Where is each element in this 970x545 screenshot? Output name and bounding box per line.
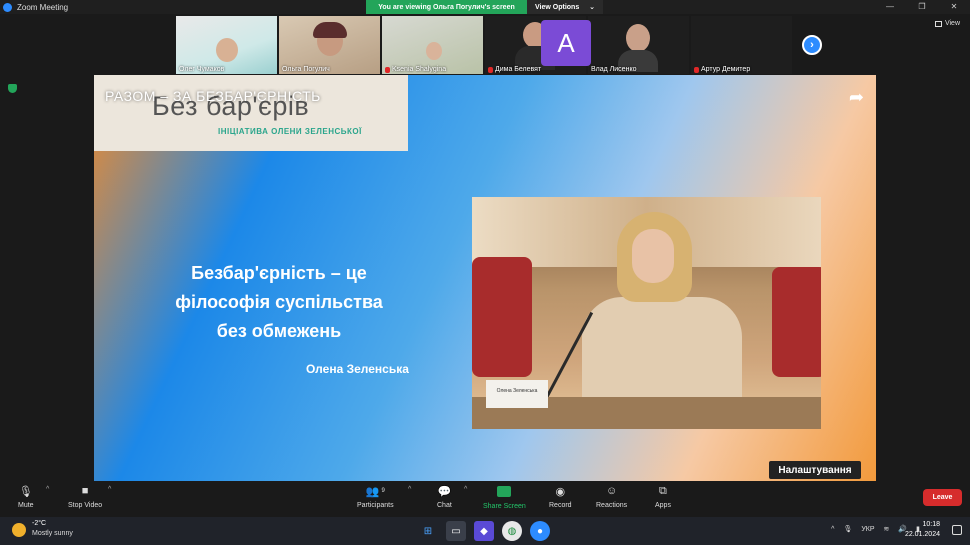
record-label: Record bbox=[549, 502, 572, 509]
view-options-label: View Options bbox=[535, 3, 580, 11]
mic-muted-icon bbox=[488, 66, 493, 73]
participant-name: Дима Белевят bbox=[495, 66, 542, 73]
participant-video bbox=[313, 22, 347, 38]
zoom-app-icon[interactable]: ● bbox=[530, 521, 550, 541]
participant-video bbox=[216, 38, 238, 62]
language-indicator[interactable]: УКР bbox=[861, 526, 874, 533]
reactions-icon: ☺ bbox=[605, 485, 618, 497]
microphone-icon: 🎙 bbox=[18, 485, 33, 498]
participants-icon: 👥 9 bbox=[365, 485, 385, 498]
shared-screen: Без бар'єрів ІНІЦІАТИВА ОЛЕНИ ЗЕЛЕНСЬКОЇ… bbox=[94, 75, 876, 481]
chevron-down-icon: ⌄ bbox=[589, 4, 595, 11]
settings-tag: Налаштування bbox=[769, 461, 861, 479]
chevron-up-icon[interactable]: ^ bbox=[464, 486, 467, 493]
weather-sun-icon[interactable] bbox=[12, 523, 26, 537]
quote-line: Безбар'єрність – це bbox=[191, 263, 367, 283]
participant-tile[interactable]: Артур Демитер bbox=[691, 16, 792, 74]
share-screen-button[interactable]: Share Screen bbox=[483, 484, 526, 510]
participant-name: Ksenia Shalygina bbox=[392, 66, 447, 73]
quote-author: Олена Зеленська bbox=[306, 362, 409, 376]
participant-tile[interactable]: Влад Лисенко bbox=[588, 16, 689, 74]
participant-tile[interactable]: Ksenia Shalygina bbox=[382, 16, 483, 74]
slide-logo-subtitle: ІНІЦІАТИВА ОЛЕНИ ЗЕЛЕНСЬКОЇ bbox=[218, 127, 362, 136]
participant-video bbox=[426, 42, 442, 60]
weather-condition: Mostly sunny bbox=[32, 530, 73, 537]
windows-taskbar: -2°C Mostly sunny ⊞ ▭ ◆ ◍ ● ^ 🎙 УКР ≋ 🔊 … bbox=[0, 517, 970, 545]
record-icon: ◉ bbox=[555, 485, 566, 498]
zoom-logo-icon bbox=[3, 2, 12, 12]
apps-label: Apps bbox=[655, 502, 671, 509]
share-screen-label: Share Screen bbox=[483, 503, 526, 510]
clock-time: 10:18 bbox=[922, 521, 940, 528]
participant-tile[interactable]: Ольга Погулич bbox=[279, 16, 380, 74]
grid-icon bbox=[934, 20, 942, 27]
share-screen-icon bbox=[497, 486, 512, 497]
chevron-up-icon[interactable]: ^ bbox=[46, 486, 49, 493]
next-participants-button[interactable]: › bbox=[802, 35, 822, 55]
close-button[interactable]: ✕ bbox=[938, 0, 970, 14]
quote-line: філософія суспільства bbox=[175, 292, 383, 312]
chat-icon: 💬 bbox=[437, 485, 452, 498]
stop-video-button[interactable]: ■ Stop Video bbox=[68, 484, 102, 509]
view-options-button[interactable]: View Options ⌄ bbox=[527, 0, 603, 14]
chat-label: Chat bbox=[437, 502, 452, 509]
system-clock[interactable]: 10:18 22.01.2024 bbox=[905, 520, 940, 540]
microphone-icon[interactable]: 🎙 bbox=[843, 525, 852, 533]
security-shield-icon[interactable] bbox=[8, 84, 17, 93]
video-camera-icon: ■ bbox=[81, 485, 89, 497]
participants-count: 9 bbox=[381, 488, 385, 494]
chevron-right-icon: › bbox=[810, 39, 814, 51]
avatar: A bbox=[541, 20, 591, 66]
leave-button[interactable]: Leave bbox=[923, 489, 962, 506]
maximize-button[interactable]: ❐ bbox=[906, 0, 938, 14]
chevron-up-icon[interactable]: ^ bbox=[108, 486, 111, 493]
apps-icon: ⧉ bbox=[659, 484, 667, 497]
mic-muted-icon bbox=[385, 66, 390, 73]
windows-start-icon[interactable]: ⊞ bbox=[418, 521, 438, 541]
reactions-label: Reactions bbox=[596, 502, 628, 509]
meeting-toolbar: 🎙 Mute ^ ■ Stop Video ^ 👥 9 Participants … bbox=[0, 481, 970, 517]
stop-video-label: Stop Video bbox=[68, 502, 103, 509]
participant-name: Артур Демитер bbox=[701, 66, 751, 73]
participant-tile[interactable]: Олег Чумаков bbox=[176, 16, 277, 74]
viewing-screen-banner: You are viewing Ольга Погулич's screen bbox=[366, 0, 527, 14]
wifi-icon[interactable]: ≋ bbox=[884, 525, 890, 533]
quote-line: без обмежень bbox=[216, 321, 342, 341]
chevron-up-icon[interactable]: ^ bbox=[831, 526, 834, 533]
slide-quote: Безбар'єрність – це філософія суспільств… bbox=[134, 259, 424, 346]
minimize-button[interactable]: — bbox=[874, 0, 906, 14]
view-button[interactable]: View bbox=[934, 20, 960, 27]
window-controls: — ❐ ✕ bbox=[874, 0, 970, 14]
chat-button[interactable]: 💬 Chat bbox=[437, 484, 452, 510]
chrome-icon[interactable]: ◍ bbox=[502, 521, 522, 541]
share-arrow-icon[interactable]: ➦ bbox=[849, 87, 864, 108]
clock-date: 22.01.2024 bbox=[904, 531, 940, 538]
mic-muted-icon bbox=[694, 66, 699, 73]
participant-name: Олег Чумаков bbox=[179, 66, 225, 73]
participant-strip: Олег Чумаков Ольга Погулич Ksenia Shalyg… bbox=[176, 16, 792, 74]
mute-button[interactable]: 🎙 Mute bbox=[18, 484, 34, 510]
reactions-button[interactable]: ☺ Reactions bbox=[596, 484, 627, 509]
record-button[interactable]: ◉ Record bbox=[549, 484, 572, 510]
file-explorer-icon[interactable]: ▭ bbox=[446, 521, 466, 541]
mute-label: Mute bbox=[18, 502, 34, 509]
teams-icon[interactable]: ◆ bbox=[474, 521, 494, 541]
view-label: View bbox=[944, 20, 960, 27]
chevron-up-icon[interactable]: ^ bbox=[408, 486, 411, 493]
notification-icon[interactable] bbox=[952, 525, 962, 535]
slide-logo-panel: Без бар'єрів ІНІЦІАТИВА ОЛЕНИ ЗЕЛЕНСЬКОЇ bbox=[94, 75, 408, 151]
nameplate: Олена Зеленська bbox=[486, 380, 548, 408]
taskbar-apps: ⊞ ▭ ◆ ◍ ● bbox=[418, 521, 550, 541]
weather-temperature: -2°C bbox=[32, 520, 47, 527]
participants-label: Participants bbox=[357, 502, 394, 509]
participant-name: Влад Лисенко bbox=[591, 66, 637, 73]
window-title: Zoom Meeting bbox=[17, 2, 69, 12]
apps-button[interactable]: ⧉ Apps bbox=[655, 484, 671, 510]
shared-screen-title: РАЗОМ – ЗА БЕЗБАР'ЄРНІСТЬ bbox=[105, 88, 321, 104]
zoom-window: Zoom Meeting You are viewing Ольга Погул… bbox=[0, 0, 970, 545]
participant-name: Ольга Погулич bbox=[282, 66, 330, 73]
slide-photo: Олена Зеленська bbox=[472, 197, 821, 429]
participant-video bbox=[626, 24, 650, 52]
participants-button[interactable]: 👥 9 Participants bbox=[357, 484, 394, 510]
